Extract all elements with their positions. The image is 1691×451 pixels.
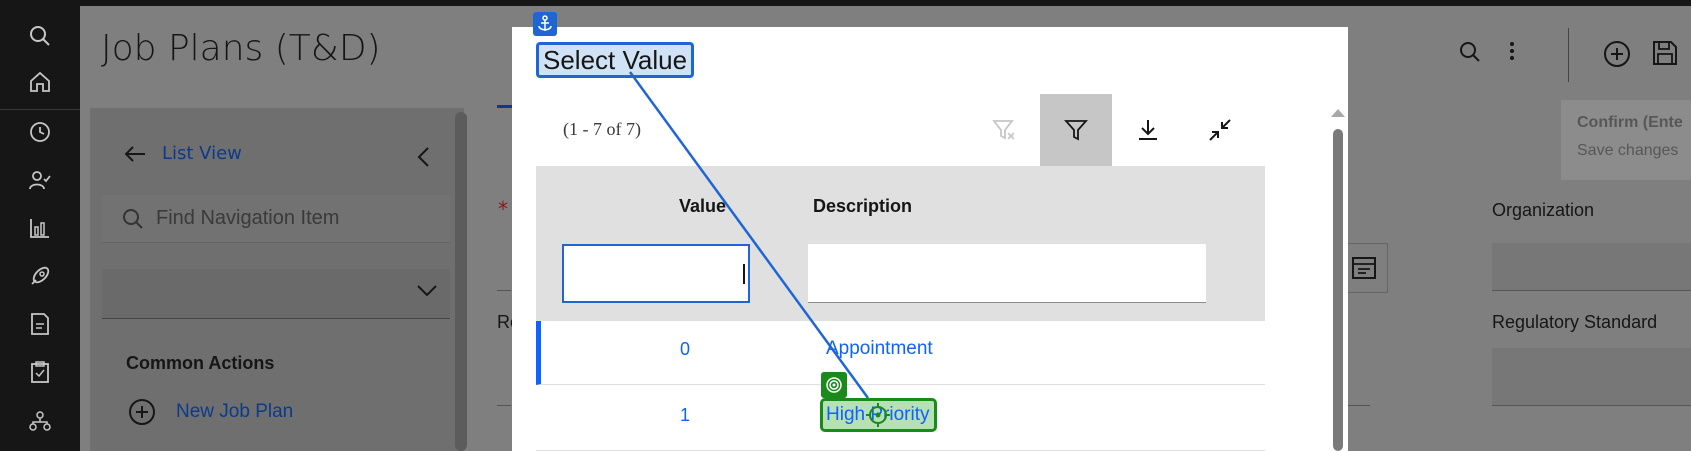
minimize-button[interactable]	[1184, 94, 1256, 166]
search-icon[interactable]	[24, 20, 56, 52]
dialog-title: Select Value	[536, 42, 695, 78]
description-filter-input[interactable]	[808, 244, 1206, 303]
filter-icon	[1064, 120, 1088, 141]
page-title: Job Plans (T&D)	[101, 28, 381, 69]
header-divider	[1568, 28, 1569, 82]
clear-filter-icon	[992, 120, 1015, 140]
rail-divider	[0, 109, 80, 110]
confirm-title: Confirm (Ente	[1577, 114, 1683, 131]
chevron-down-icon	[416, 283, 438, 302]
user-check-icon[interactable]	[24, 164, 56, 196]
confirm-tooltip: Confirm (Ente Save changes	[1561, 100, 1691, 180]
hierarchy-icon[interactable]	[24, 406, 56, 438]
regulatory-standard-label: Regulatory Standard	[1492, 312, 1658, 332]
add-icon[interactable]	[1603, 40, 1631, 68]
history-icon[interactable]	[24, 116, 56, 148]
left-rail	[0, 6, 80, 451]
find-navigation-input[interactable]: Find Navigation Item	[102, 195, 450, 243]
document-sync-icon[interactable]	[24, 308, 56, 340]
analytics-icon[interactable]	[24, 212, 56, 244]
sidebar-dropdown[interactable]	[102, 269, 450, 319]
add-circle-icon	[129, 399, 155, 425]
row-value[interactable]: 0	[680, 339, 690, 360]
column-header-value[interactable]: Value	[679, 196, 726, 217]
arrow-left-icon	[124, 145, 145, 162]
anchor-icon	[533, 12, 557, 36]
organization-label: Organization	[1492, 200, 1595, 220]
overflow-menu-icon[interactable]	[1508, 40, 1516, 62]
regulatory-standard-field[interactable]	[1492, 348, 1691, 406]
scroll-up-icon[interactable]	[1329, 104, 1347, 123]
organization-field[interactable]	[1492, 243, 1691, 291]
sidebar-scrollbar[interactable]	[455, 112, 467, 451]
row-value[interactable]: 1	[680, 405, 690, 426]
required-marker: *	[498, 197, 508, 221]
row-description[interactable]: High Priority	[826, 404, 929, 426]
text-cursor	[743, 264, 745, 284]
column-header-description[interactable]: Description	[813, 196, 912, 217]
dialog-scrollbar-thumb[interactable]	[1333, 129, 1343, 451]
target-icon	[821, 372, 847, 398]
clipboard-icon[interactable]	[24, 356, 56, 388]
header-search-icon[interactable]	[1458, 40, 1482, 64]
form-field-left[interactable]	[497, 243, 511, 291]
filter-button[interactable]	[1040, 94, 1112, 166]
value-filter-input[interactable]	[562, 244, 750, 303]
new-job-plan-label: New Job Plan	[176, 401, 294, 422]
home-icon[interactable]	[24, 66, 56, 98]
record-count: (1 - 7 of 7)	[563, 119, 641, 139]
row-description[interactable]: Appointment	[826, 338, 933, 360]
save-icon[interactable]	[1652, 40, 1678, 66]
chevron-left-icon[interactable]	[416, 146, 430, 172]
list-view-label: List View	[162, 143, 242, 164]
form-field-left-2[interactable]	[497, 360, 511, 406]
new-job-plan-action[interactable]: New Job Plan	[128, 398, 293, 426]
minimize-icon	[1209, 119, 1231, 141]
rocket-icon[interactable]	[24, 260, 56, 292]
confirm-subtitle: Save changes	[1577, 142, 1679, 159]
list-view-link[interactable]: List View	[124, 143, 242, 164]
clear-filter-button[interactable]	[968, 94, 1040, 166]
common-actions-heading: Common Actions	[126, 353, 275, 373]
download-icon	[1139, 120, 1157, 140]
find-navigation-placeholder: Find Navigation Item	[156, 207, 340, 229]
download-button[interactable]	[1112, 94, 1184, 166]
search-icon	[123, 208, 143, 229]
